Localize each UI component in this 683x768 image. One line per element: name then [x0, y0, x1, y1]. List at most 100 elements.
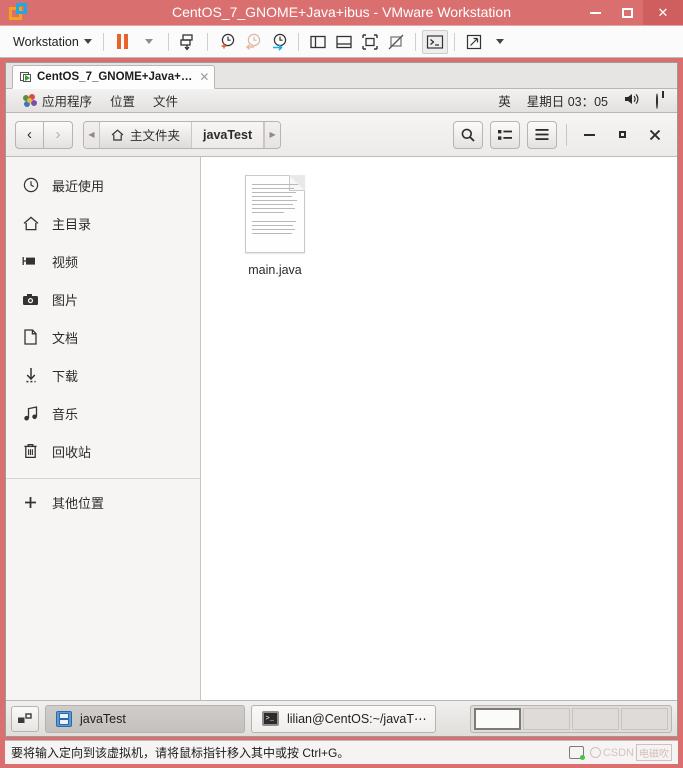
gnome-menu-files[interactable]: 文件 — [144, 91, 187, 110]
view-list-button[interactable] — [490, 120, 520, 149]
search-icon — [461, 128, 475, 142]
text-document-icon — [245, 175, 305, 253]
snapshot-manager-button[interactable] — [266, 30, 292, 54]
status-message: 要将输入定向到该虚拟机，请将鼠标指针移入其中或按 Ctrl+G。 — [11, 746, 350, 760]
hamburger-menu-icon — [535, 129, 549, 140]
file-item-label: main.java — [248, 263, 302, 277]
close-icon — [649, 129, 661, 140]
csdn-watermark: CSDN 电磁吹 — [589, 744, 672, 761]
show-sidebar-button[interactable] — [305, 30, 331, 54]
file-item[interactable]: main.java — [227, 175, 323, 277]
nautilus-close-button[interactable] — [642, 122, 668, 148]
workstation-menu-button[interactable]: Workstation — [6, 32, 97, 52]
list-view-icon — [498, 129, 512, 140]
taskbar-window-terminal[interactable]: >_ lilian@CentOS:~/javaT⋯ — [251, 704, 436, 733]
terminal-icon: >_ — [262, 711, 279, 726]
snapshot-take-button[interactable] — [214, 30, 240, 54]
gnome-menu-files-label: 文件 — [153, 95, 179, 109]
plus-icon — [22, 494, 39, 511]
vmware-workstation-window: CentOS_7_GNOME+Java+ibus - VMware Workst… — [0, 0, 683, 768]
vmware-minimize-button[interactable] — [579, 0, 611, 25]
vm-screen-play-icon — [20, 71, 32, 83]
workspace-4[interactable] — [621, 707, 668, 730]
sidebar-item-downloads[interactable]: 下载 — [6, 356, 200, 394]
toolbar-separator — [297, 32, 299, 51]
sidebar-item-music[interactable]: 音乐 — [6, 394, 200, 432]
input-method-indicator[interactable]: 英 — [491, 91, 518, 110]
sidebar-item-videos[interactable]: 视频 — [6, 242, 200, 280]
nautilus-maximize-button[interactable] — [609, 122, 635, 148]
show-desktop-button[interactable] — [11, 705, 39, 732]
back-button[interactable]: ‹ — [15, 120, 44, 149]
search-button[interactable] — [453, 120, 483, 149]
suspend-button[interactable] — [175, 30, 201, 54]
vm-tab[interactable]: CentOS_7_GNOME+Java+… ✕ — [12, 65, 216, 89]
gnome-menu-places[interactable]: 位置 — [101, 91, 144, 110]
watermark-text: CSDN — [602, 746, 634, 759]
nautilus-file-manager: ‹ › ◀ 主文件夹 javaTest ▶ 最近使用 主目录 视频 图片 文档 … — [6, 113, 677, 736]
home-icon — [22, 215, 39, 232]
breadcrumb-item-javatest-label: javaTest — [203, 127, 253, 142]
pause-dropdown-button[interactable] — [136, 30, 162, 54]
clock[interactable]: 星期日 03：05 — [520, 91, 615, 110]
sidebar-item-documents-label: 文档 — [52, 330, 79, 346]
vmware-title-bar: CentOS_7_GNOME+Java+ibus - VMware Workst… — [0, 0, 683, 25]
taskbar-window-javatest[interactable]: javaTest — [45, 704, 245, 733]
breadcrumb-item-home[interactable]: 主文件夹 — [100, 121, 193, 148]
pathbar-scroll-left-button[interactable]: ◀ — [84, 121, 100, 148]
unity-mode-button[interactable] — [383, 30, 409, 54]
close-icon[interactable]: ✕ — [199, 70, 209, 84]
download-arrow-icon — [22, 367, 39, 384]
pathbar-scroll-right-button[interactable]: ▶ — [264, 121, 281, 148]
nautilus-header-bar: ‹ › ◀ 主文件夹 javaTest ▶ — [6, 113, 677, 157]
sidebar-item-recent[interactable]: 最近使用 — [6, 166, 200, 204]
sidebar-item-trash[interactable]: 回收站 — [6, 432, 200, 470]
stretch-dropdown-button[interactable] — [487, 30, 513, 54]
sidebar-item-pictures[interactable]: 图片 — [6, 280, 200, 318]
fullscreen-button[interactable] — [357, 30, 383, 54]
camera-icon — [22, 291, 39, 308]
forward-button[interactable]: › — [44, 120, 73, 149]
power-icon[interactable] — [649, 92, 665, 109]
chevron-down-icon — [83, 39, 92, 44]
workspace-2[interactable] — [523, 707, 570, 730]
file-list-view[interactable]: main.java — [201, 157, 677, 700]
gnome-menu-applications[interactable]: 应用程序 — [14, 91, 101, 110]
disk-activity-icon[interactable] — [568, 746, 585, 760]
gnome-menu-places-label: 位置 — [110, 95, 136, 109]
snapshot-manager-icon — [272, 33, 286, 51]
file-manager-icon — [56, 710, 72, 727]
sidebar-item-trash-label: 回收站 — [52, 444, 92, 460]
snapshot-revert-button[interactable] — [240, 30, 266, 54]
watermark-circle-icon — [589, 747, 601, 758]
sidebar-item-videos-label: 视频 — [52, 254, 79, 270]
gnome-bottom-taskbar: javaTest >_ lilian@CentOS:~/javaT⋯ — [6, 700, 677, 736]
sidebar-item-other-locations[interactable]: 其他位置 — [6, 483, 200, 521]
workspace-3[interactable] — [572, 707, 619, 730]
clock-icon — [22, 177, 39, 194]
vmware-window-controls: ✕ — [579, 0, 683, 25]
workspace-switcher — [470, 704, 672, 733]
vmware-maximize-button[interactable] — [611, 0, 643, 25]
fullscreen-icon — [362, 33, 378, 50]
vmware-logo-icon — [8, 2, 32, 23]
sidebar-item-music-label: 音乐 — [52, 406, 79, 422]
nautilus-minimize-button[interactable] — [576, 122, 602, 148]
main-menu-button[interactable] — [527, 120, 557, 149]
show-thumbnail-bar-button[interactable] — [331, 30, 357, 54]
gnome-panel-status-area: 英 星期日 03：05 — [491, 91, 669, 110]
vmware-close-button[interactable]: ✕ — [643, 0, 683, 25]
workspace-1[interactable] — [474, 707, 521, 730]
console-view-button[interactable] — [421, 29, 448, 54]
vm-tab-strip: CentOS_7_GNOME+Java+… ✕ — [6, 63, 677, 89]
sidebar-divider — [6, 478, 200, 479]
trash-icon — [22, 443, 39, 460]
status-indicators: CSDN 电磁吹 — [568, 744, 672, 761]
volume-icon[interactable] — [617, 92, 647, 109]
snapshot-revert-icon — [245, 33, 260, 50]
sidebar-item-home[interactable]: 主目录 — [6, 204, 200, 242]
sidebar-item-documents[interactable]: 文档 — [6, 318, 200, 356]
breadcrumb-item-javatest[interactable]: javaTest — [192, 121, 265, 148]
pause-vm-button[interactable] — [110, 30, 136, 54]
stretch-view-button[interactable] — [461, 30, 487, 54]
